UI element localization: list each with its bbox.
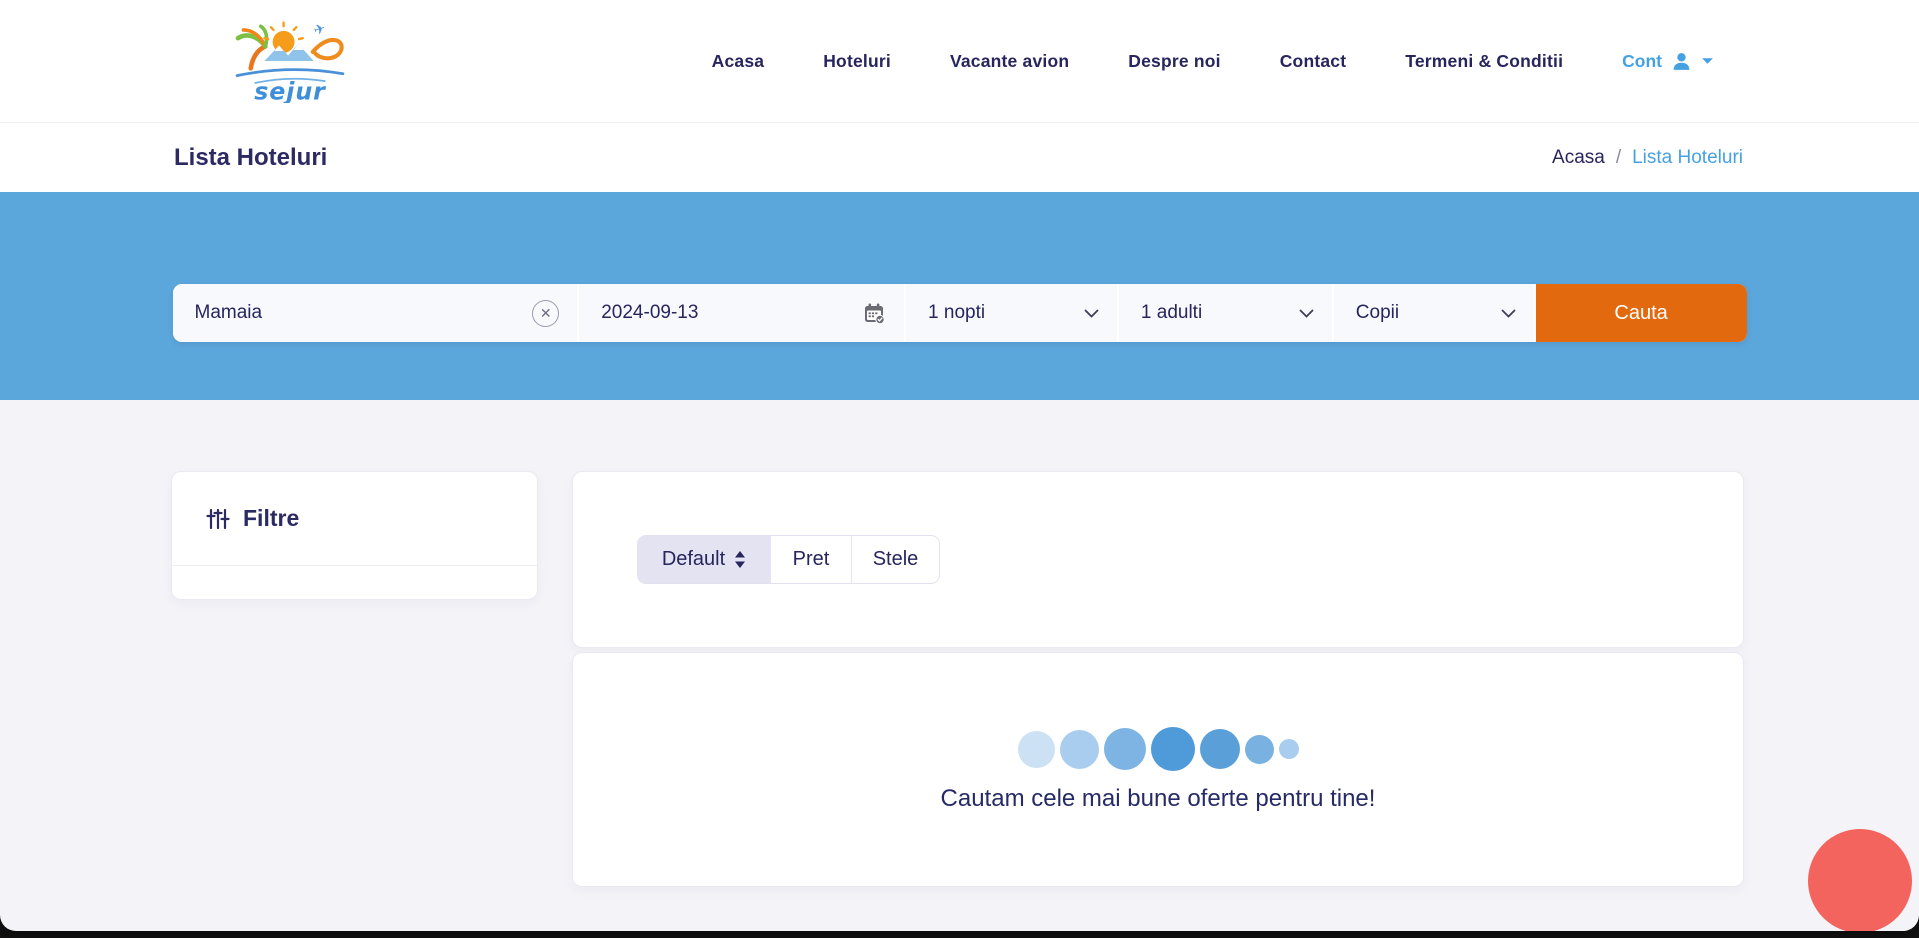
hotel-search-form: ✕ 2024-09-13 <box>173 284 1747 342</box>
loader-dot <box>1060 730 1099 769</box>
loader-dot <box>1245 735 1274 764</box>
user-icon <box>1671 51 1692 72</box>
filters-body-empty <box>172 566 537 599</box>
chat-widget-button[interactable] <box>1808 829 1912 931</box>
breadcrumb-separator: / <box>1616 147 1621 169</box>
nav-item-despre-noi[interactable]: Despre noi <box>1128 51 1220 72</box>
sort-tab-stele[interactable]: Stele <box>851 536 939 583</box>
breadcrumb-home-link[interactable]: Acasa <box>1552 147 1605 169</box>
chevron-down-icon <box>1299 309 1314 318</box>
search-button[interactable]: Cauta <box>1536 284 1747 342</box>
account-label: Cont <box>1622 51 1662 72</box>
loader-dot <box>1279 739 1299 759</box>
nights-select[interactable]: 1 nopti <box>906 284 1117 342</box>
page-header-bar: Lista Hoteluri Acasa / Lista Hoteluri <box>0 123 1919 192</box>
destination-field[interactable]: ✕ <box>173 284 578 342</box>
breadcrumb: Acasa / Lista Hoteluri <box>1552 147 1743 169</box>
main-content: Filtre Default Pret Stele <box>0 400 1919 887</box>
account-menu[interactable]: Cont <box>1622 51 1714 72</box>
chevron-down-icon <box>1501 309 1516 318</box>
destination-input[interactable] <box>195 302 495 324</box>
sort-tab-pret[interactable]: Pret <box>770 536 851 583</box>
top-navigation-bar: ✈ sejur Acasa Hoteluri Vacante avion Des… <box>0 0 1919 123</box>
filters-card: Filtre <box>171 471 538 600</box>
filters-title: Filtre <box>243 505 299 532</box>
sort-arrows-icon <box>734 551 746 568</box>
sort-card: Default Pret Stele <box>572 471 1744 648</box>
sejur-logo-graphic: ✈ sejur <box>226 19 354 103</box>
filters-sliders-icon <box>206 507 230 531</box>
filters-sidebar: Filtre <box>171 471 538 887</box>
adults-value: 1 adulti <box>1141 302 1202 324</box>
main-nav: Acasa Hoteluri Vacante avion Despre noi … <box>712 51 1714 72</box>
page: ✈ sejur Acasa Hoteluri Vacante avion Des… <box>0 0 1919 931</box>
loader-dot <box>1104 728 1146 770</box>
loader-dot <box>1018 731 1055 768</box>
svg-text:✈: ✈ <box>312 20 328 38</box>
loader-dot <box>1200 729 1240 769</box>
checkin-date-field[interactable]: 2024-09-13 <box>579 284 904 342</box>
nav-item-hoteluri[interactable]: Hoteluri <box>823 51 891 72</box>
loading-dots-spinner <box>1018 726 1299 772</box>
brand-logo[interactable]: ✈ sejur <box>226 19 354 103</box>
children-value: Copii <box>1356 302 1399 324</box>
filters-header: Filtre <box>172 472 537 566</box>
sort-tab-default-label: Default <box>662 548 725 571</box>
breadcrumb-current[interactable]: Lista Hoteluri <box>1632 147 1743 169</box>
nights-value: 1 nopti <box>928 302 985 324</box>
sort-tab-default[interactable]: Default <box>638 536 770 583</box>
loader-dot <box>1151 727 1195 771</box>
sort-tab-group: Default Pret Stele <box>637 535 940 584</box>
checkin-date-value: 2024-09-13 <box>601 302 698 324</box>
children-select[interactable]: Copii <box>1334 284 1534 342</box>
adults-select[interactable]: 1 adulti <box>1119 284 1332 342</box>
svg-text:sejur: sejur <box>254 77 326 103</box>
results-column: Default Pret Stele <box>572 471 1744 887</box>
page-title: Lista Hoteluri <box>174 144 327 172</box>
clear-destination-button[interactable]: ✕ <box>532 300 559 327</box>
chevron-down-icon <box>1701 57 1714 65</box>
nav-item-acasa[interactable]: Acasa <box>712 51 765 72</box>
hero-band: ✕ 2024-09-13 <box>0 192 1919 400</box>
nav-item-vacante-avion[interactable]: Vacante avion <box>950 51 1069 72</box>
nav-item-termeni-conditii[interactable]: Termeni & Conditii <box>1405 51 1563 72</box>
calendar-icon <box>862 301 886 325</box>
nav-item-contact[interactable]: Contact <box>1280 51 1347 72</box>
results-loading-card: Cautam cele mai bune oferte pentru tine! <box>572 652 1744 887</box>
chevron-down-icon <box>1084 309 1099 318</box>
loading-message: Cautam cele mai bune oferte pentru tine! <box>941 785 1376 813</box>
